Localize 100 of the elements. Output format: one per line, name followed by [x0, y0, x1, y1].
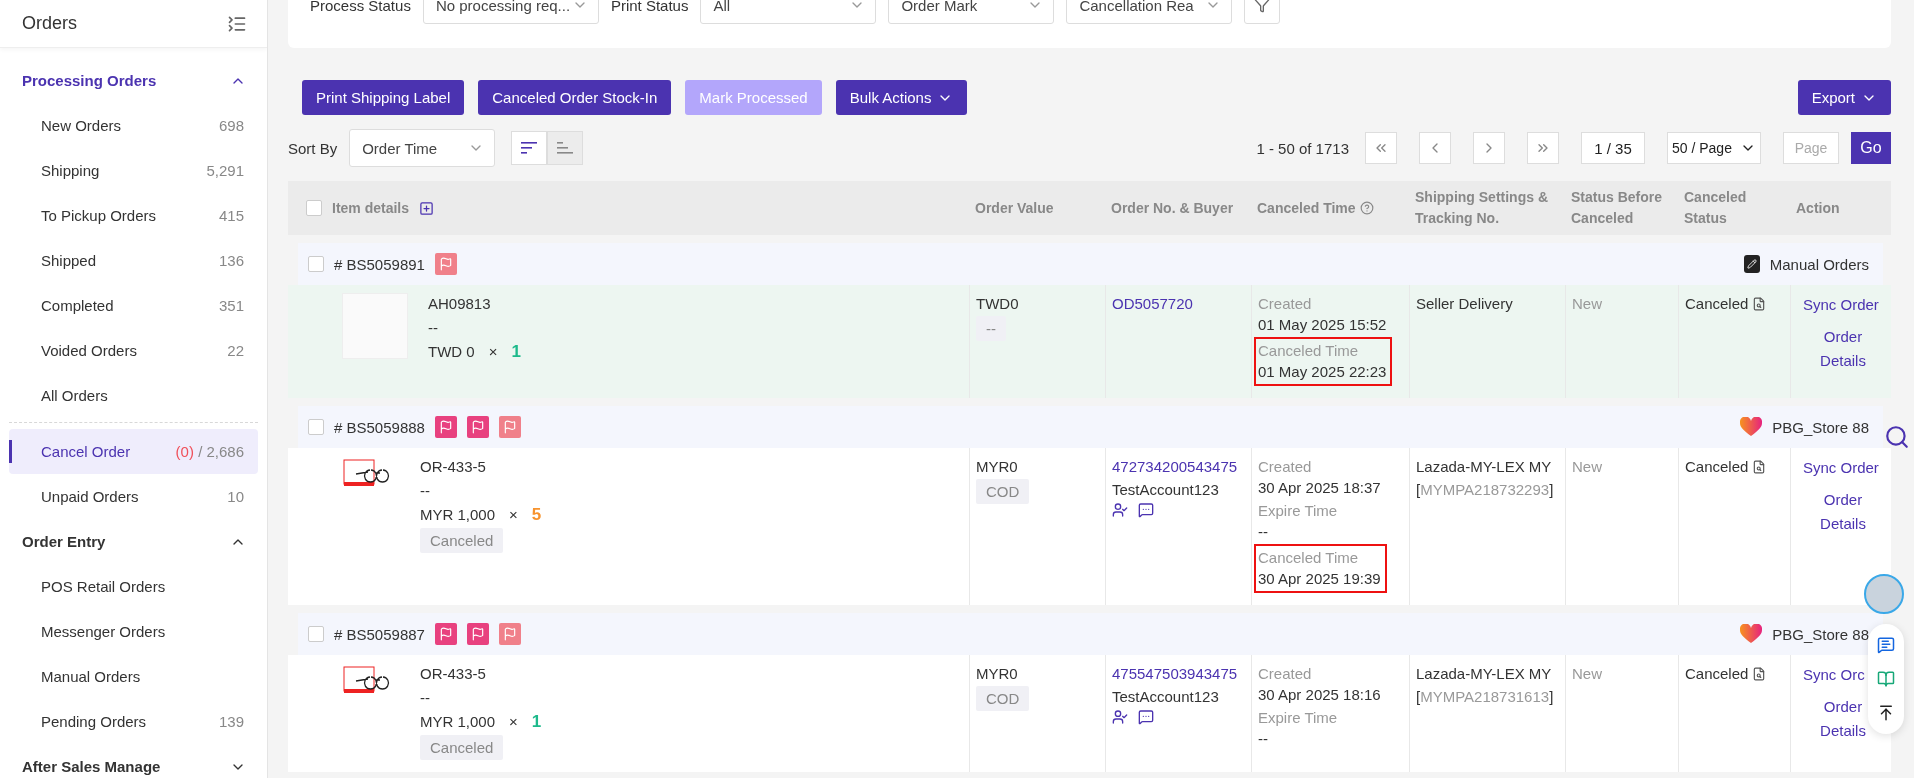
menu-item[interactable]: To Pickup Orders 415: [9, 193, 258, 238]
expand-icon[interactable]: [419, 200, 435, 216]
funnel-icon: [1254, 0, 1271, 13]
menu-item[interactable]: All Orders: [9, 373, 258, 418]
first-page-button[interactable]: [1365, 132, 1397, 164]
user-icon[interactable]: [1112, 709, 1128, 725]
menu-item[interactable]: Completed 351: [9, 283, 258, 328]
document-search-icon[interactable]: [1752, 459, 1767, 474]
filter-select[interactable]: Cancellation Rea: [1066, 0, 1233, 24]
checkbox[interactable]: [308, 256, 324, 272]
filter-select[interactable]: No processing req...: [422, 0, 599, 24]
flag-icon[interactable]: [466, 623, 489, 645]
checkbox[interactable]: [306, 200, 322, 216]
export-button[interactable]: Export: [1797, 80, 1891, 115]
item-sku: OR-433-5: [420, 457, 486, 477]
menu-section[interactable]: After Sales Manage: [9, 744, 258, 778]
flag-icon[interactable]: [434, 623, 457, 645]
flag-icon[interactable]: [498, 623, 521, 645]
chat-icon[interactable]: [1877, 636, 1895, 654]
action-link[interactable]: Sync Order: [1803, 456, 1883, 480]
order-value: TWD0: [976, 294, 1019, 314]
time-label: Created: [1258, 664, 1313, 684]
menu-item[interactable]: Shipped 136: [9, 238, 258, 283]
sidebar-title: Orders: [22, 13, 77, 34]
time-label: Created: [1258, 457, 1313, 477]
document-search-icon[interactable]: [1752, 666, 1767, 681]
chat-icon[interactable]: [1138, 502, 1154, 518]
status-tag: Canceled: [420, 528, 504, 553]
column-header: Action: [1796, 198, 1840, 218]
menu-item-label: All Orders: [41, 387, 108, 404]
flag-icon[interactable]: [498, 416, 521, 438]
action-button[interactable]: Bulk Actions: [835, 80, 968, 115]
menu-item-count: (0) / 2,686: [175, 443, 244, 460]
order-number: # BS5059891: [334, 255, 425, 273]
column-header: Canceled Status: [1684, 188, 1748, 228]
tracking-number: [MYMPA218732293]: [1416, 480, 1554, 500]
document-search-icon[interactable]: [1752, 296, 1767, 311]
action-link[interactable]: Sync Order: [1803, 293, 1883, 317]
time-value: 01 May 2025 15:52: [1258, 315, 1387, 335]
last-page-button[interactable]: [1527, 132, 1559, 164]
checkbox[interactable]: [308, 626, 324, 642]
menu-item[interactable]: Shipping 5,291: [9, 148, 258, 193]
menu-item-count: 136: [218, 252, 244, 269]
menu-item[interactable]: POS Retail Orders: [9, 564, 258, 609]
menu-item[interactable]: Messenger Orders: [9, 609, 258, 654]
menu-item-count: 22: [227, 342, 244, 359]
page-input[interactable]: Page: [1783, 132, 1839, 164]
menu-section[interactable]: Processing Orders: [9, 58, 258, 103]
user-icon[interactable]: [1112, 502, 1128, 518]
order-number-link[interactable]: OD5057720: [1112, 293, 1193, 314]
back-to-top-icon[interactable]: [1877, 704, 1895, 722]
buyer-name: TestAccount123: [1112, 687, 1219, 707]
menu-item[interactable]: New Orders 698: [9, 103, 258, 148]
menu-item[interactable]: Pending Orders 139: [9, 699, 258, 744]
chat-icon[interactable]: [1138, 709, 1154, 725]
order-value: MYR0: [976, 664, 1018, 684]
menu-item[interactable]: Voided Orders 22: [9, 328, 258, 373]
collapse-menu-icon[interactable]: [227, 13, 247, 34]
menu-item[interactable]: Manual Orders: [9, 654, 258, 699]
action-button[interactable]: Canceled Order Stock-In: [478, 80, 672, 115]
sort-direction-button[interactable]: [511, 131, 548, 165]
order-number-link[interactable]: 472734200543475: [1112, 456, 1238, 477]
filter-select[interactable]: All: [700, 0, 877, 24]
item-variant: --: [428, 318, 438, 338]
filter-label: Print Status: [610, 0, 689, 14]
menu-item[interactable]: Unpaid Orders 10: [9, 474, 258, 519]
filter-label: Process Status: [310, 0, 411, 14]
action-link[interactable]: Order Details: [1803, 325, 1883, 373]
time-value: --: [1258, 729, 1269, 749]
store-name: PBG_Store 88: [1772, 418, 1869, 436]
time-value: 30 Apr 2025 19:39: [1258, 569, 1381, 589]
page-size-select[interactable]: 50 / Page: [1667, 132, 1761, 164]
help-icon[interactable]: [1359, 201, 1374, 215]
book-icon[interactable]: [1877, 670, 1895, 688]
item-sku: OR-433-5: [420, 664, 486, 684]
flag-icon[interactable]: [466, 416, 489, 438]
filter-select[interactable]: Order Mark: [888, 0, 1055, 24]
avatar: [1864, 574, 1904, 614]
checkbox[interactable]: [308, 419, 324, 435]
action-button[interactable]: Print Shipping Label: [302, 80, 465, 115]
menu-section[interactable]: Order Entry: [9, 519, 258, 564]
time-label: Canceled Time: [1258, 341, 1360, 361]
sort-select[interactable]: Order Time: [349, 129, 496, 167]
menu-item[interactable]: Cancel Order (0) / 2,686: [9, 429, 258, 474]
menu-item-label: Manual Orders: [41, 668, 141, 685]
go-button[interactable]: Go: [1851, 132, 1891, 164]
sort-label: Sort By: [288, 139, 338, 157]
order-number-link[interactable]: 475547503943475: [1112, 663, 1238, 684]
flag-icon[interactable]: [434, 253, 457, 275]
canceled-status: Canceled: [1685, 294, 1749, 314]
item-quantity: 1: [511, 341, 521, 362]
time-label: Created: [1258, 294, 1313, 314]
item-variant: --: [420, 481, 430, 501]
action-link[interactable]: Order Details: [1803, 488, 1883, 536]
item-quantity: 1: [531, 711, 542, 732]
time-label: Canceled Time: [1258, 548, 1360, 568]
shipping-method: Lazada-MY-LEX MY: [1416, 664, 1552, 684]
status-before: New: [1572, 664, 1602, 684]
flag-icon[interactable]: [434, 416, 457, 438]
menu-item-label: Voided Orders: [41, 342, 137, 359]
